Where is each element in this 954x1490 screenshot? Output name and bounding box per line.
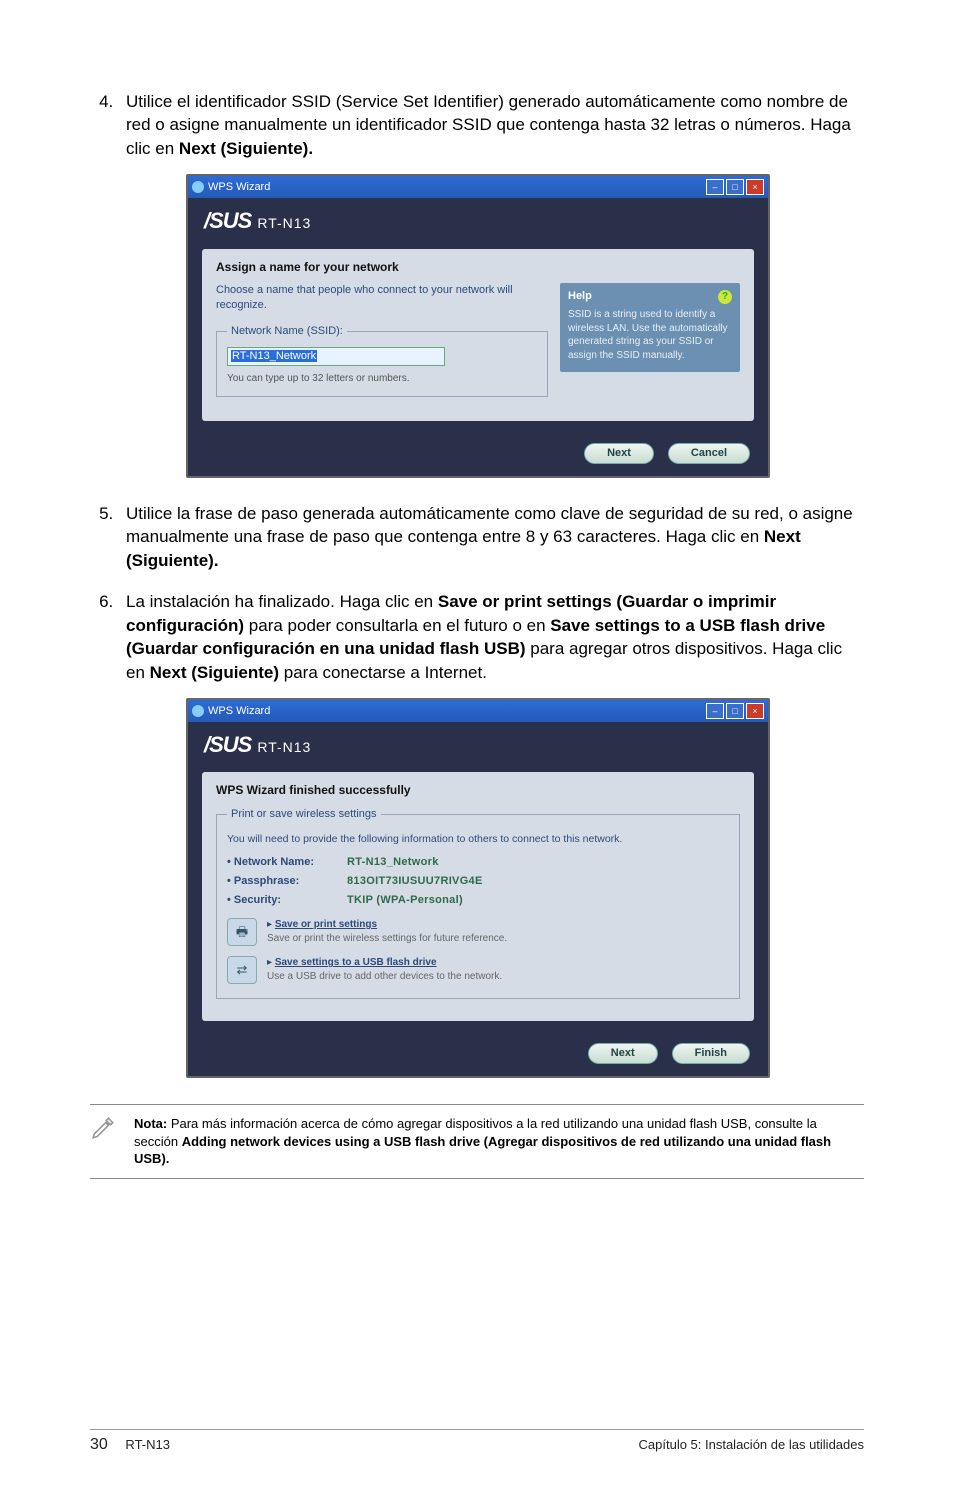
maximize-button[interactable]: □: [726, 179, 744, 195]
close-button[interactable]: ×: [746, 179, 764, 195]
row-security: • Security: TKIP (WPA-Personal): [227, 893, 729, 908]
panel-description: Choose a name that people who connect to…: [216, 283, 548, 313]
row-passphrase: • Passphrase: 813OIT73IUSUU7RIVG4E: [227, 874, 729, 889]
note-lead: Nota:: [134, 1116, 167, 1131]
wps-wizard-window-1: WPS Wizard – □ × /SUS RT-N13 Assign a na…: [186, 174, 770, 478]
note-block: Nota: Para más información acerca de cóm…: [90, 1104, 864, 1179]
brand-logo: /SUS: [204, 730, 251, 760]
help-text: SSID is a string used to identify a wire…: [568, 308, 732, 362]
maximize-button[interactable]: □: [726, 703, 744, 719]
instruction-4-bold: Next (Siguiente).: [179, 139, 313, 158]
note-ref: Adding network devices using a USB flash…: [134, 1134, 831, 1167]
panel-title: WPS Wizard finished successfully: [216, 782, 740, 799]
note-text: Nota: Para más información acerca de cóm…: [134, 1115, 864, 1168]
window-title: WPS Wizard: [208, 704, 270, 719]
value-passphrase: 813OIT73IUSUU7RIVG4E: [347, 874, 483, 889]
brand-model: RT-N13: [257, 738, 311, 757]
value-security: TKIP (WPA-Personal): [347, 893, 463, 908]
ssid-legend: Network Name (SSID):: [227, 324, 347, 339]
instruction-6: La instalación ha finalizado. Haga clic …: [118, 590, 864, 1078]
brand-logo: /SUS: [204, 206, 251, 236]
ssid-hint: You can type up to 32 letters or numbers…: [227, 372, 537, 386]
page-footer: 30 RT-N13 Capítulo 5: Instalación de las…: [90, 1429, 864, 1454]
instruction-5: Utilice la frase de paso generada automá…: [118, 502, 864, 572]
usb-drive-icon: ⇄: [227, 956, 257, 984]
instruction-6-seg1: La instalación ha finalizado. Haga clic …: [126, 592, 438, 611]
next-button[interactable]: Next: [588, 1043, 658, 1064]
save-usb-link[interactable]: Save settings to a USB flash drive: [275, 957, 437, 968]
footer-left: RT-N13: [125, 1437, 170, 1452]
minimize-button[interactable]: –: [706, 179, 724, 195]
footer-right: Capítulo 5: Instalación de las utilidade…: [639, 1437, 864, 1452]
save-print-link[interactable]: Save or print settings: [275, 919, 377, 930]
close-button[interactable]: ×: [746, 703, 764, 719]
help-header: Help: [568, 289, 592, 304]
next-button[interactable]: Next: [584, 443, 654, 464]
print-save-fieldset: Print or save wireless settings You will…: [216, 807, 740, 999]
panel-title: Assign a name for your network: [216, 259, 740, 276]
window-title: WPS Wizard: [208, 180, 270, 195]
finish-button[interactable]: Finish: [672, 1043, 750, 1064]
label-passphrase: • Passphrase:: [227, 874, 337, 889]
print-save-desc: You will need to provide the following i…: [227, 832, 729, 846]
wps-wizard-window-2: WPS Wizard – □ × /SUS RT-N13 WPS Wizard …: [186, 698, 770, 1078]
instruction-6-seg4: para conectarse a Internet.: [279, 663, 487, 682]
help-icon[interactable]: ?: [718, 290, 732, 304]
cancel-button[interactable]: Cancel: [668, 443, 750, 464]
instruction-5-text: Utilice la frase de paso generada automá…: [126, 504, 853, 546]
print-save-legend: Print or save wireless settings: [227, 807, 381, 822]
ssid-input[interactable]: RT-N13_Network: [227, 347, 445, 366]
row-network-name: • Network Name: RT-N13_Network: [227, 855, 729, 870]
save-usb-action[interactable]: ⇄ ▸ Save settings to a USB flash drive U…: [227, 956, 729, 984]
instruction-6-seg2: para poder consultarla en el futuro o en: [244, 616, 550, 635]
app-icon: [192, 181, 204, 193]
label-network-name: • Network Name:: [227, 855, 337, 870]
instruction-4: Utilice el identificador SSID (Service S…: [118, 90, 864, 478]
page-number: 30: [90, 1436, 108, 1453]
printer-icon: 🖶: [227, 918, 257, 946]
minimize-button[interactable]: –: [706, 703, 724, 719]
network-name-fieldset: Network Name (SSID): RT-N13_Network You …: [216, 324, 548, 397]
app-icon: [192, 705, 204, 717]
pencil-icon: [90, 1115, 118, 1168]
label-security: • Security:: [227, 893, 337, 908]
help-box: Help ? SSID is a string used to identify…: [560, 283, 740, 372]
window-titlebar: WPS Wizard – □ ×: [188, 176, 768, 198]
instruction-6-bold3: Next (Siguiente): [150, 663, 279, 682]
window-titlebar: WPS Wizard – □ ×: [188, 700, 768, 722]
save-print-action[interactable]: 🖶 ▸ Save or print settings Save or print…: [227, 918, 729, 946]
save-print-desc: Save or print the wireless settings for …: [267, 933, 507, 944]
value-network-name: RT-N13_Network: [347, 855, 439, 870]
save-usb-desc: Use a USB drive to add other devices to …: [267, 971, 502, 982]
brand-model: RT-N13: [257, 214, 311, 233]
ssid-input-value: RT-N13_Network: [231, 350, 317, 362]
